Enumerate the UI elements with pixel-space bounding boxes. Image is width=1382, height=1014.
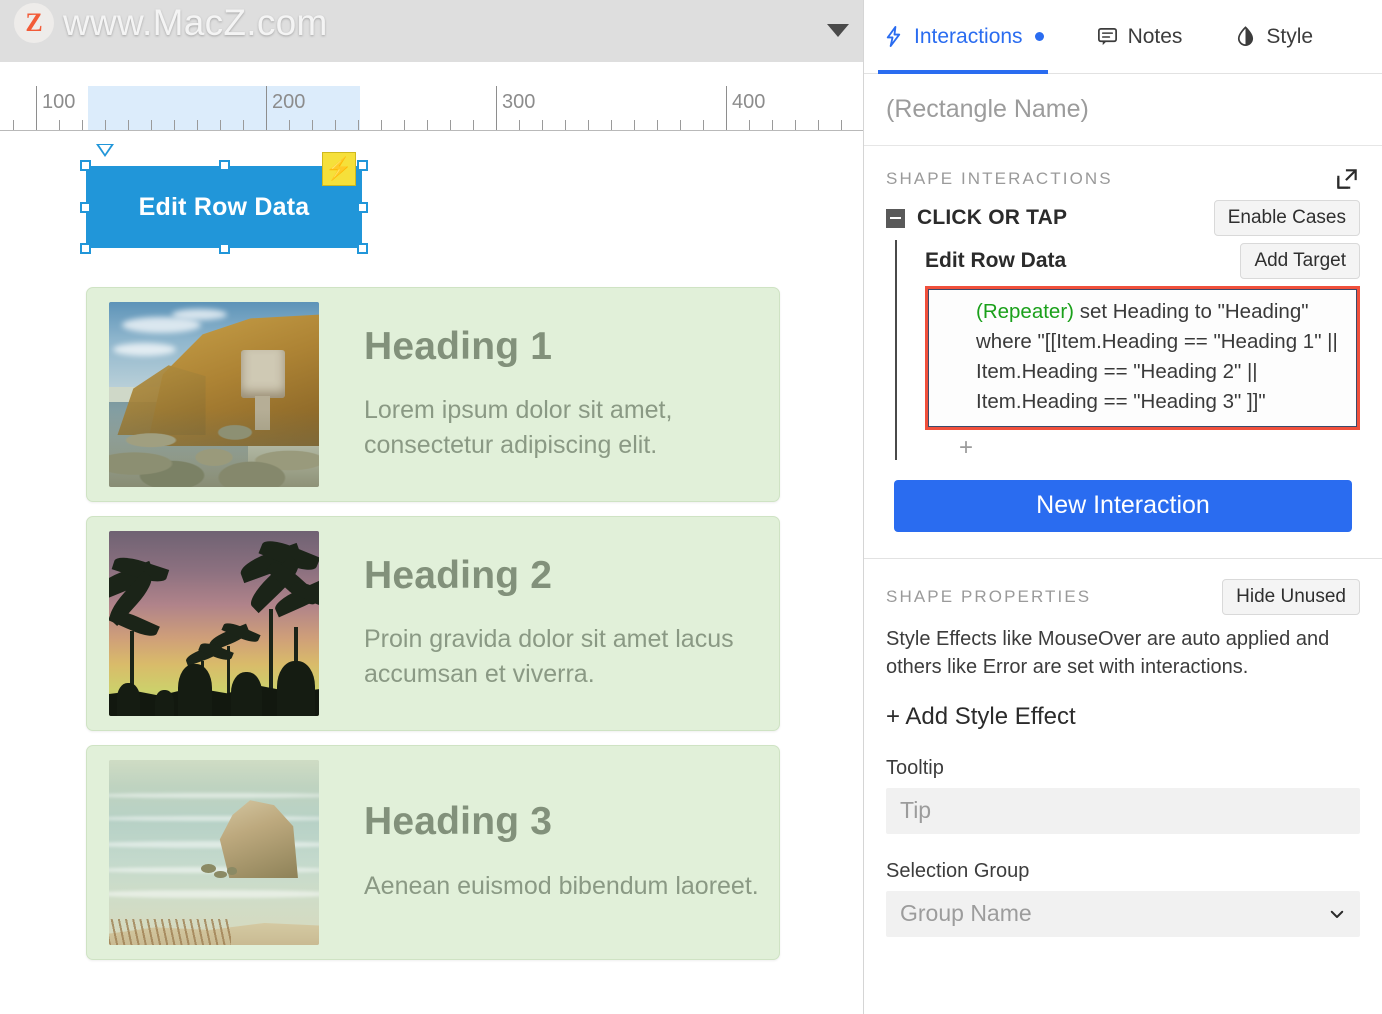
tab-interactions-label: Interactions: [914, 24, 1023, 48]
lightning-icon[interactable]: ⚡: [322, 152, 356, 186]
beach-rock-photo: [109, 760, 319, 945]
trigger-children: Edit Row Data Add Target (Repeater) set …: [895, 240, 1360, 460]
tooltip-label: Tooltip: [886, 756, 944, 779]
inspector-panel: Interactions Notes Style (Rectangle Name…: [863, 0, 1382, 1014]
design-canvas-pane: Z www.MacZ.com 100 200 300 400 Edit Row …: [0, 0, 863, 1014]
hide-unused-button[interactable]: Hide Unused: [1222, 578, 1360, 615]
rotation-marker-icon[interactable]: [96, 144, 114, 157]
tooltip-input[interactable]: [900, 797, 1346, 825]
repeater-action-text: (Repeater) set Heading to "Heading" wher…: [942, 297, 1343, 417]
trigger-label: CLICK OR TAP: [917, 206, 1068, 229]
ruler-label-100: 100: [42, 91, 76, 113]
tab-style-label: Style: [1266, 24, 1314, 48]
selected-shape-wrapper: Edit Row Data ⚡: [80, 144, 368, 254]
style-icon: [1238, 26, 1254, 46]
resize-handle-se[interactable]: [357, 243, 368, 254]
card-image-art: [109, 760, 319, 945]
canvas-toolbar: [0, 0, 863, 62]
resize-handle-n[interactable]: [219, 160, 230, 171]
inspector-tabs: Interactions Notes Style: [864, 0, 1382, 74]
resize-handle-nw[interactable]: [80, 160, 91, 171]
edit-row-data-shape[interactable]: Edit Row Data: [86, 166, 362, 248]
resize-handle-sw[interactable]: [80, 243, 91, 254]
repeater-prefix: (Repeater): [976, 300, 1074, 323]
horizontal-ruler[interactable]: 100 200 300 400: [0, 86, 863, 131]
ruler-label-400: 400: [732, 91, 766, 113]
card-image-art: [109, 302, 319, 487]
card-body: Heading 1 Lorem ipsum dolor sit amet, co…: [364, 324, 779, 463]
card-body: Heading 2 Proin gravida dolor sit amet l…: [364, 553, 779, 692]
shape-name-input[interactable]: [886, 95, 1360, 124]
resize-handle-s[interactable]: [219, 243, 230, 254]
selection-group-input[interactable]: [900, 900, 1346, 928]
shape-properties-title: SHAPE PROPERTIES: [886, 586, 1092, 606]
ruler-label-300: 300: [502, 91, 536, 113]
card-image-art: [109, 531, 319, 716]
repeater-list: Heading 1 Lorem ipsum dolor sit amet, co…: [86, 287, 780, 974]
tooltip-field[interactable]: [886, 787, 1360, 834]
chevron-down-icon[interactable]: [1328, 905, 1346, 923]
card-text: Proin gravida dolor sit amet lacus accum…: [364, 625, 734, 688]
card-heading: Heading 1: [364, 324, 553, 368]
add-action-button[interactable]: +: [959, 435, 975, 460]
list-item[interactable]: Heading 2 Proin gravida dolor sit amet l…: [86, 516, 780, 731]
shape-properties-description: Style Effects like MouseOver are auto ap…: [886, 627, 1330, 678]
trigger-left: CLICK OR TAP: [886, 206, 1067, 230]
lightning-icon: [886, 26, 901, 47]
tab-notes-label: Notes: [1127, 24, 1183, 48]
list-item[interactable]: Heading 3 Aenean euismod bibendum laoree…: [86, 745, 780, 960]
repeater-action-block[interactable]: (Repeater) set Heading to "Heading" wher…: [925, 286, 1360, 430]
target-label: Edit Row Data: [925, 249, 1067, 272]
add-style-effect-button[interactable]: + Add Style Effect: [864, 681, 1098, 731]
interactions-tree: CLICK OR TAP Enable Cases Edit Row Data …: [864, 198, 1382, 532]
app-root: Z www.MacZ.com 100 200 300 400 Edit Row …: [0, 0, 1382, 1014]
coastal-cliff-photo: [109, 302, 319, 487]
card-text: Aenean euismod bibendum laoreet.: [364, 871, 759, 900]
card-body: Heading 3 Aenean euismod bibendum laoree…: [364, 799, 777, 903]
resize-handle-w[interactable]: [80, 202, 91, 213]
list-item[interactable]: Heading 1 Lorem ipsum dolor sit amet, co…: [86, 287, 780, 502]
shape-interactions-title: SHAPE INTERACTIONS: [886, 169, 1113, 188]
external-link-icon[interactable]: [1334, 166, 1360, 192]
enable-cases-button[interactable]: Enable Cases: [1213, 200, 1360, 236]
shape-interactions-header: SHAPE INTERACTIONS: [864, 146, 1382, 198]
ruler-label-200: 200: [272, 91, 306, 113]
card-text: Lorem ipsum dolor sit amet, consectetur …: [364, 396, 673, 459]
shape-properties-header: SHAPE PROPERTIES Hide Unused: [864, 559, 1382, 621]
add-target-button[interactable]: Add Target: [1240, 243, 1360, 279]
target-row: Edit Row Data Add Target: [925, 240, 1360, 282]
tab-notes[interactable]: Notes: [1096, 0, 1183, 74]
tab-interactions[interactable]: Interactions: [878, 0, 1048, 74]
tab-style[interactable]: Style: [1234, 0, 1313, 74]
note-icon: [1097, 27, 1117, 46]
resize-handle-ne[interactable]: [357, 160, 368, 171]
selection-group-field[interactable]: [886, 890, 1360, 937]
selection-group-label: Selection Group: [886, 859, 1030, 882]
toolbar-dropdown-caret-icon[interactable]: [827, 24, 849, 37]
new-interaction-button[interactable]: New Interaction: [894, 479, 1352, 532]
shape-name-row: [864, 74, 1382, 146]
card-heading: Heading 3: [364, 799, 553, 843]
card-heading: Heading 2: [364, 553, 553, 597]
resize-handle-e[interactable]: [357, 202, 368, 213]
sunset-palm-trees-photo: [109, 531, 319, 716]
trigger-row: CLICK OR TAP Enable Cases: [886, 198, 1360, 238]
collapse-toggle-icon[interactable]: [886, 208, 905, 228]
tab-modified-dot: [1034, 32, 1044, 41]
